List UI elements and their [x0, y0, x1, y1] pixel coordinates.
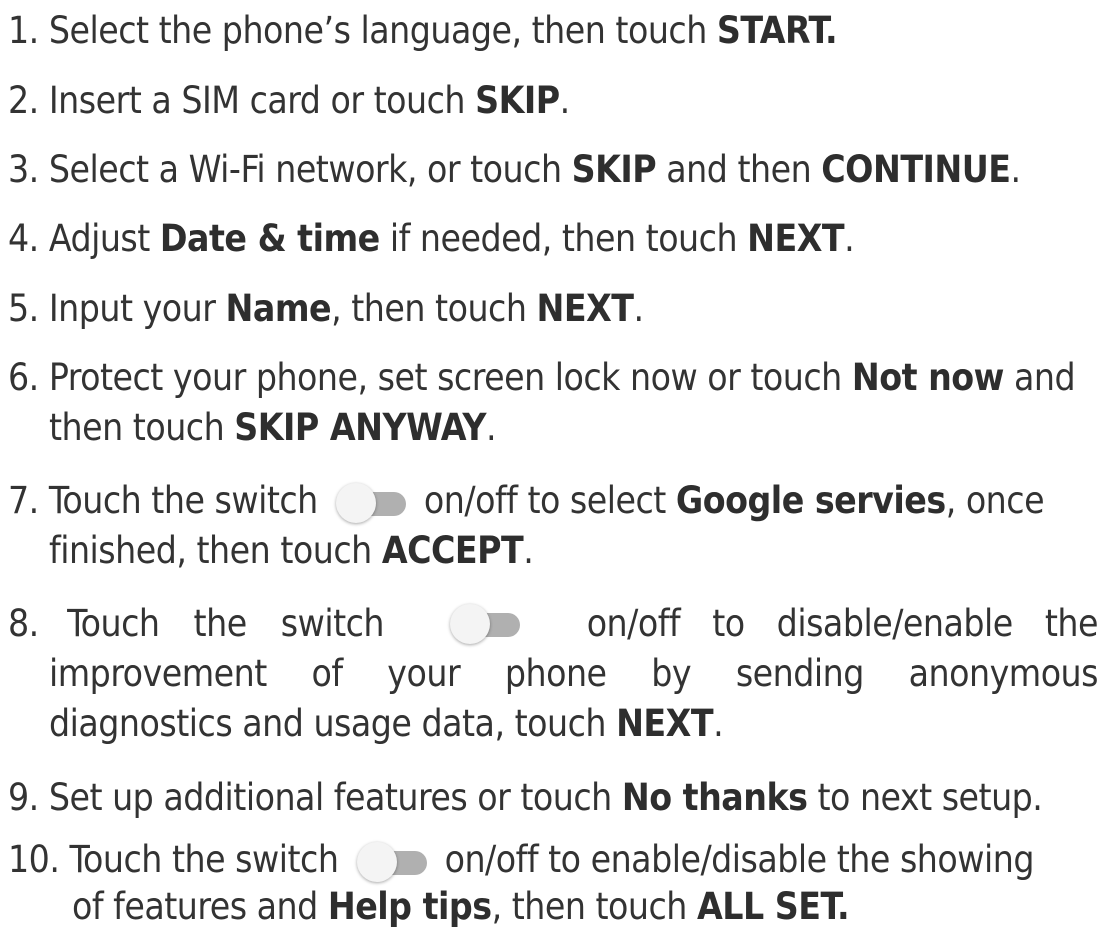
toggle-switch-icon — [355, 842, 429, 882]
step-text: Input your — [48, 287, 226, 330]
step-number: 8. — [8, 602, 39, 645]
step-number: 4. — [8, 217, 39, 260]
skip-label: SKIP — [475, 79, 560, 122]
step-text: Touch the switch — [48, 479, 328, 522]
step-number: 5. — [8, 287, 39, 330]
next-label: NEXT — [536, 287, 635, 330]
toggle-switch-icon — [448, 603, 522, 644]
step-2: 2. Insert a SIM card or touch SKIP. — [8, 74, 1098, 127]
step-text: Insert a SIM card or touch — [48, 79, 476, 122]
step-text: on/off to disable/enable the — [586, 602, 1099, 645]
step-text: . — [523, 529, 534, 572]
step-line: 7. Touch the switch on/off to select Goo… — [8, 474, 1098, 527]
step-9: 9. Set up additional features or touch N… — [8, 771, 1098, 824]
step-text: and then — [656, 148, 822, 191]
step-line: then touch SKIP ANYWAY. — [8, 401, 1098, 454]
step-line: finished, then touch ACCEPT. — [8, 524, 1098, 577]
step-5: 5. Input your Name, then touch NEXT. — [8, 282, 1098, 335]
step-1: 1. Select the phone’s language, then tou… — [8, 4, 1098, 57]
not-now-label: Not now — [851, 356, 1005, 399]
step-text: , then touch — [331, 287, 537, 330]
step-line: 6. Protect your phone, set screen lock n… — [8, 351, 1098, 404]
step-text: to next setup. — [807, 776, 1043, 819]
step-text: Select the phone’s language, then touch — [48, 9, 717, 52]
google-services-label: Google servies — [675, 479, 946, 522]
step-8: 8. Touch the switch on/off to disable/en… — [8, 597, 1099, 750]
step-text: . — [713, 702, 724, 745]
step-text: . — [559, 79, 571, 122]
step-3: 3. Select a Wi-Fi network, or touch SKIP… — [8, 143, 1098, 196]
step-4: 4. Adjust Date & time if needed, then to… — [8, 212, 1098, 265]
step-text: . — [844, 217, 855, 260]
step-text: diagnostics and usage data, touch — [49, 702, 617, 745]
step-text: . — [486, 406, 497, 449]
step-line: 8. Touch the switch on/off to disable/en… — [8, 597, 1098, 650]
step-text: Touch the switch — [69, 838, 349, 881]
continue-label: CONTINUE — [821, 148, 1011, 191]
accept-label: ACCEPT — [381, 529, 524, 572]
next-label: NEXT — [616, 702, 714, 745]
step-7: 7. Touch the switch on/off to select Goo… — [8, 474, 1098, 577]
step-text: Select a Wi-Fi network, or touch — [48, 148, 572, 191]
skip-anyway-label: SKIP ANYWAY — [234, 406, 487, 449]
step-text: improvement of your phone by sending ano… — [49, 652, 1099, 695]
step-number: 7. — [8, 479, 39, 522]
step-text: of features and — [72, 885, 328, 928]
step-10: 10. Touch the switch on/off to enable/di… — [8, 833, 1098, 933]
name-label: Name — [225, 287, 332, 330]
step-number: 10. — [8, 838, 60, 881]
step-text: Set up additional features or touch — [48, 776, 622, 819]
step-6: 6. Protect your phone, set screen lock n… — [8, 351, 1098, 454]
date-time-label: Date & time — [159, 217, 380, 260]
step-line: improvement of your phone by sending ano… — [8, 647, 1099, 700]
step-number: 3. — [8, 148, 39, 191]
step-line: 10. Touch the switch on/off to enable/di… — [8, 833, 1098, 886]
step-line: of features and Help tips, then touch AL… — [8, 880, 1098, 933]
step-number: 9. — [8, 776, 39, 819]
step-text: , once — [945, 479, 1045, 522]
next-label: NEXT — [747, 217, 845, 260]
step-line: diagnostics and usage data, touch NEXT. — [8, 697, 1098, 750]
no-thanks-label: No thanks — [621, 776, 808, 819]
step-text: if needed, then touch — [379, 217, 748, 260]
step-text: . — [1010, 148, 1022, 191]
start-label: START. — [716, 9, 838, 52]
skip-label: SKIP — [571, 148, 657, 191]
step-text: and — [1003, 356, 1076, 399]
step-text: Protect your phone, set screen lock now … — [48, 356, 852, 399]
step-text: . — [633, 287, 645, 330]
step-text: Touch the switch — [67, 602, 385, 645]
all-set-label: ALL SET. — [696, 885, 850, 928]
step-number: 1. — [8, 9, 39, 52]
help-tips-label: Help tips — [327, 885, 492, 928]
step-text: Adjust — [48, 217, 160, 260]
step-text: on/off to enable/disable the showing — [434, 838, 1035, 881]
step-number: 2. — [8, 79, 39, 122]
step-text: , then touch — [491, 885, 697, 928]
step-text: on/off to select — [413, 479, 676, 522]
toggle-switch-icon — [334, 483, 408, 523]
step-number: 6. — [8, 356, 39, 399]
step-text: then touch — [49, 406, 235, 449]
step-text: finished, then touch — [49, 529, 382, 572]
